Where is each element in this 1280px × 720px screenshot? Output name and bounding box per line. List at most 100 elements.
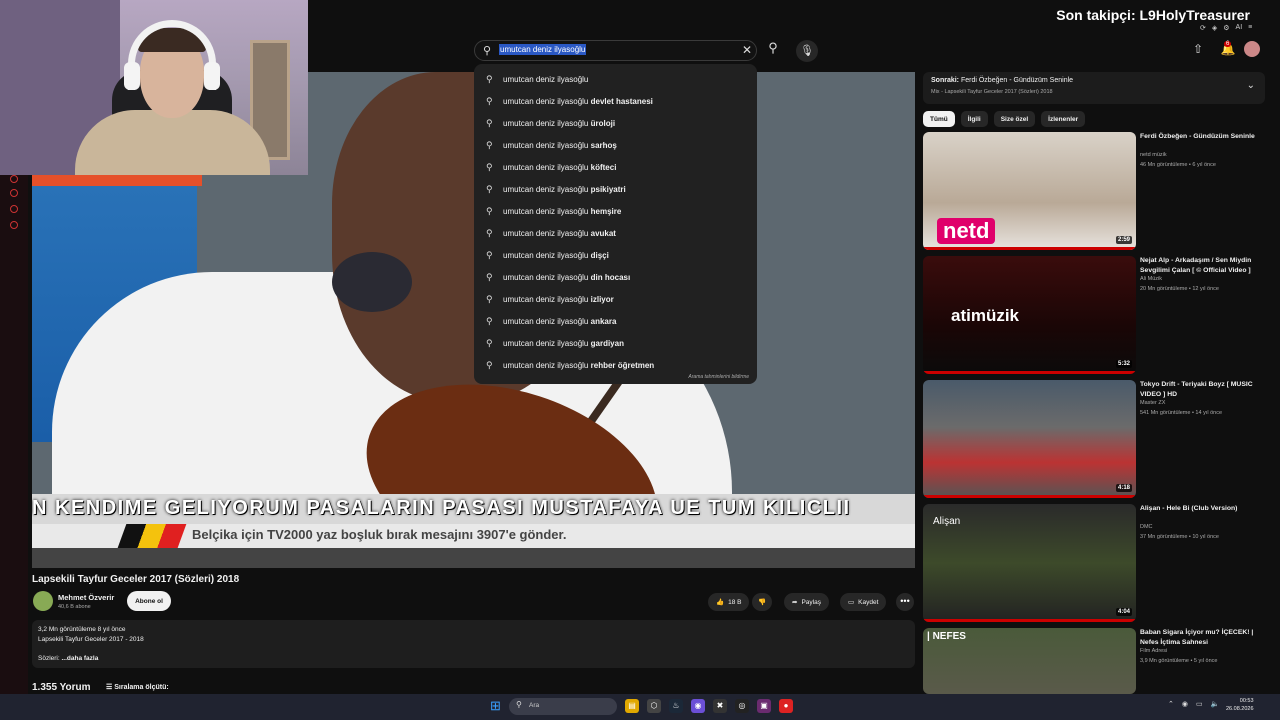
windows-start-icon[interactable]: ⊞: [490, 699, 503, 712]
streamer-body: [75, 110, 270, 175]
search-button[interactable]: ⚲: [762, 40, 784, 61]
search-suggestion-item[interactable]: ⚲ umutcan deniz ilyasoğlu dişçi: [474, 244, 757, 266]
recommended-video[interactable]: | NEFES Baban Sigara İçiyor mu? İÇECEK! |…: [923, 628, 1265, 694]
search-suggestion-item[interactable]: ⚲ umutcan deniz ilyasoğlu köfteci: [474, 156, 757, 178]
taskbar-search[interactable]: ⚲ Ara: [509, 698, 617, 715]
headphones: [128, 20, 216, 90]
thumbs-up-icon: 👍: [716, 599, 725, 606]
suggestion-prefix: umutcan deniz ilyasoğlu: [503, 140, 589, 150]
discord-icon[interactable]: ◉: [691, 699, 705, 713]
search-suggestion-item[interactable]: ⚲ umutcan deniz ilyasoğlu psikiyatri: [474, 178, 757, 200]
account-avatar[interactable]: [1244, 41, 1260, 57]
windows-taskbar: [0, 694, 1280, 720]
app-icon[interactable]: ⬡: [647, 699, 661, 713]
recommended-video[interactable]: atimüzik 5:32 Nejat Alp - Arkadaşım / Sen …: [923, 256, 1265, 374]
search-suggestion-item[interactable]: ⚲ umutcan deniz ilyasoğlu ankara: [474, 310, 757, 332]
recommended-channel[interactable]: Master ZX: [1140, 400, 1165, 406]
app-icon[interactable]: ✖: [713, 699, 727, 713]
recommended-title[interactable]: Alişan - Hele Bi (Club Version): [1140, 504, 1262, 514]
video-duration: 2:59: [1115, 236, 1132, 244]
video-thumbnail[interactable]: 4:18: [923, 380, 1136, 498]
chrome-icon[interactable]: ◎: [735, 699, 749, 713]
sidebar-icon[interactable]: [10, 189, 18, 197]
bookmark-icon: ▭: [848, 599, 855, 606]
search-suggestion-item[interactable]: ⚲ umutcan deniz ilyasoğlu sarhoş: [474, 134, 757, 156]
recommended-video[interactable]: 4:18 Tokyo Drift - Teriyaki Boyz [ MUSIC …: [923, 380, 1265, 498]
search-icon: ⚲: [486, 161, 493, 172]
video-thumbnail[interactable]: Alişan 4:04: [923, 504, 1136, 622]
recommended-channel[interactable]: Ali Müzik: [1140, 276, 1162, 282]
filter-chip[interactable]: Tümü: [923, 111, 955, 127]
clock[interactable]: 00:53 26.08.2026: [1226, 697, 1254, 713]
app-icon[interactable]: ▣: [757, 699, 771, 713]
channel-name[interactable]: Mehmet Özverir: [58, 593, 114, 602]
search-icon: ⚲: [483, 45, 492, 57]
channel-avatar[interactable]: [33, 591, 53, 611]
watch-progress-bar: [923, 371, 1136, 374]
clock-date: 26.08.2026: [1226, 706, 1254, 712]
ai-icon: AI: [1235, 24, 1243, 31]
sort-comments-button[interactable]: ☰ Sıralama ölçütü:: [106, 683, 169, 691]
video-thumbnail[interactable]: atimüzik 5:32: [923, 256, 1136, 374]
steam-icon[interactable]: ♨: [669, 699, 683, 713]
suggestion-prefix: umutcan deniz ilyasoğlu: [503, 162, 589, 172]
recommended-video[interactable]: netd 2:59 Ferdi Özbeğen - Gündüzüm Seninle…: [923, 132, 1265, 250]
recommended-title[interactable]: Nejat Alp - Arkadaşım / Sen Miydin Sevgi…: [1140, 256, 1262, 275]
search-suggestion-item[interactable]: ⚲ umutcan deniz ilyasoğlu avukat: [474, 222, 757, 244]
share-button[interactable]: ➦ Paylaş: [784, 593, 829, 611]
like-button[interactable]: 👍 18 B: [708, 593, 750, 611]
recommended-title[interactable]: Baban Sigara İçiyor mu? İÇECEK! | Nefes …: [1140, 628, 1262, 647]
search-suggestion-item[interactable]: ⚲ umutcan deniz ilyasoğlu üroloji: [474, 112, 757, 134]
report-suggestions-link[interactable]: Arama tahminlerini bildirme: [688, 374, 749, 380]
up-next-mix[interactable]: Sonraki: Ferdi Özbeğen - Gündüzüm Seninl…: [923, 72, 1265, 104]
location-icon: ◉: [1181, 701, 1188, 708]
like-count: 18 B: [728, 598, 742, 606]
obs-icon[interactable]: ●: [779, 699, 793, 713]
recommended-meta: 541 Mn görüntüleme • 14 yıl önce: [1140, 410, 1223, 416]
filter-chip[interactable]: Size özel: [993, 111, 1036, 127]
save-button[interactable]: ▭ Kaydet: [840, 593, 887, 611]
chevron-down-icon[interactable]: ⌄: [1247, 80, 1255, 91]
chevron-up-icon[interactable]: ⌃: [1168, 700, 1174, 708]
recommended-title[interactable]: Ferdi Özbeğen - Gündüzüm Seninle: [1140, 132, 1262, 142]
search-suggestion-item[interactable]: ⚲ umutcan deniz ilyasoğlu: [474, 68, 757, 90]
sidebar-icon[interactable]: [10, 205, 18, 213]
dislike-button[interactable]: 👎: [752, 593, 773, 611]
sidebar-icon[interactable]: [10, 175, 18, 183]
filter-chip[interactable]: İzlenenler: [1041, 111, 1086, 127]
lyrics-label: Sözleri: [38, 655, 58, 662]
file-explorer-icon[interactable]: ▤: [625, 699, 639, 713]
search-suggestion-item[interactable]: ⚲ umutcan deniz ilyasoğlu hemşire: [474, 200, 757, 222]
search-suggestion-item[interactable]: ⚲ umutcan deniz ilyasoğlu izliyor: [474, 288, 757, 310]
search-suggestion-item[interactable]: ⚲ umutcan deniz ilyasoğlu din hocası: [474, 266, 757, 288]
show-more-link[interactable]: ...daha fazla: [62, 655, 99, 662]
sidebar-icon[interactable]: [10, 221, 18, 229]
filter-chip[interactable]: İlgili: [960, 111, 988, 127]
search-input[interactable]: umutcan deniz ilyasoğlu: [499, 44, 587, 55]
filter-chips: Tümü İlgili Size özel İzlenenler: [923, 111, 1086, 127]
video-description[interactable]: 3,2 Mn görüntüleme 8 yıl önce Lapsekili …: [32, 620, 915, 668]
recommended-title[interactable]: Tokyo Drift - Teriyaki Boyz [ MUSIC VIDE…: [1140, 380, 1262, 399]
search-suggestion-item[interactable]: ⚲ umutcan deniz ilyasoğlu devlet hastanes…: [474, 90, 757, 112]
video-thumbnail[interactable]: | NEFES: [923, 628, 1136, 694]
recommended-channel[interactable]: netd müzik: [1140, 152, 1167, 158]
search-box[interactable]: ⚲ umutcan deniz ilyasoğlu ✕: [474, 40, 757, 61]
video-thumbnail[interactable]: netd 2:59: [923, 132, 1136, 250]
recommended-channel[interactable]: Film Adresi: [1140, 648, 1167, 654]
more-actions-button[interactable]: •••: [896, 593, 914, 611]
video-ticker-text: N KENDIME GELIYORUM PASALARIN PASASI MUS…: [32, 497, 851, 519]
search-suggestion-item[interactable]: ⚲ umutcan deniz ilyasoğlu gardiyan: [474, 332, 757, 354]
up-next-line: Sonraki: Ferdi Özbeğen - Gündüzüm Seninl…: [931, 77, 1073, 84]
recommended-video[interactable]: Alişan 4:04 Alişan - Hele Bi (Club Version…: [923, 504, 1265, 622]
recommended-channel[interactable]: DMC: [1140, 524, 1153, 530]
search-suggestion-item[interactable]: ⚲ umutcan deniz ilyasoğlu rehber öğretmen: [474, 354, 757, 376]
network-icon[interactable]: ▭: [1196, 700, 1203, 708]
clear-search-icon[interactable]: ✕: [742, 43, 752, 57]
recommended-meta: 20 Mn görüntüleme • 12 yıl önce: [1140, 286, 1219, 292]
voice-search-button[interactable]: 🎙: [796, 40, 818, 62]
volume-icon[interactable]: 🔈: [1211, 700, 1220, 708]
suggestion-prefix: umutcan deniz ilyasoğlu: [503, 184, 589, 194]
subscribe-button[interactable]: Abone ol: [127, 591, 171, 611]
search-icon: ⚲: [486, 205, 493, 216]
upload-icon[interactable]: ⇧: [1190, 42, 1206, 58]
